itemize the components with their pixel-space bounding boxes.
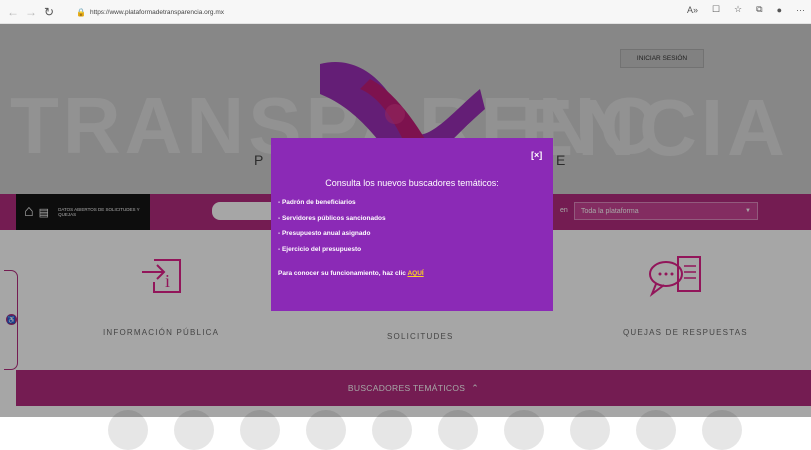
extensions-icon[interactable]: ☐	[712, 4, 720, 15]
back-arrow-icon[interactable]: ←	[4, 3, 22, 21]
modal-title: Consulta los nuevos buscadores temáticos…	[325, 178, 499, 188]
more-menu-icon[interactable]: ···	[796, 5, 805, 15]
address-bar[interactable]: 🔒 https://www.plataformadetransparencia.…	[76, 4, 224, 20]
browser-toolbar: ← → ↻ 🔒 https://www.plataformadetranspar…	[0, 0, 811, 24]
modal-footer: Para conocer su funcionamiento, haz clic…	[278, 270, 424, 277]
profile-avatar-icon[interactable]: ●	[777, 5, 782, 15]
lock-icon: 🔒	[76, 7, 86, 17]
list-item: - Padrón de beneficiarios	[278, 199, 356, 206]
collections-icon[interactable]: ⧉	[756, 4, 762, 15]
modal-list: - Padrón de beneficiarios - Servidores p…	[278, 198, 386, 260]
read-aloud-icon[interactable]: A»	[687, 5, 698, 15]
list-item: - Servidores públicos sancionados	[278, 214, 386, 222]
thematic-search-modal: [×] Consulta los nuevos buscadores temát…	[271, 138, 553, 311]
list-item: - Ejercicio del presupuesto	[278, 245, 362, 253]
modal-footer-text: Para conocer su funcionamiento, haz clic	[278, 270, 408, 277]
list-item: - Presupuesto anual asignado	[278, 230, 371, 237]
close-button[interactable]: [×]	[531, 150, 542, 160]
url-text: https://www.plataformadetransparencia.or…	[89, 8, 225, 16]
aqui-link[interactable]: AQUÍ	[407, 270, 423, 277]
favorites-star-icon[interactable]: ☆	[734, 4, 742, 15]
reload-icon[interactable]: ↻	[40, 3, 58, 21]
forward-arrow-icon[interactable]: →	[22, 3, 40, 21]
